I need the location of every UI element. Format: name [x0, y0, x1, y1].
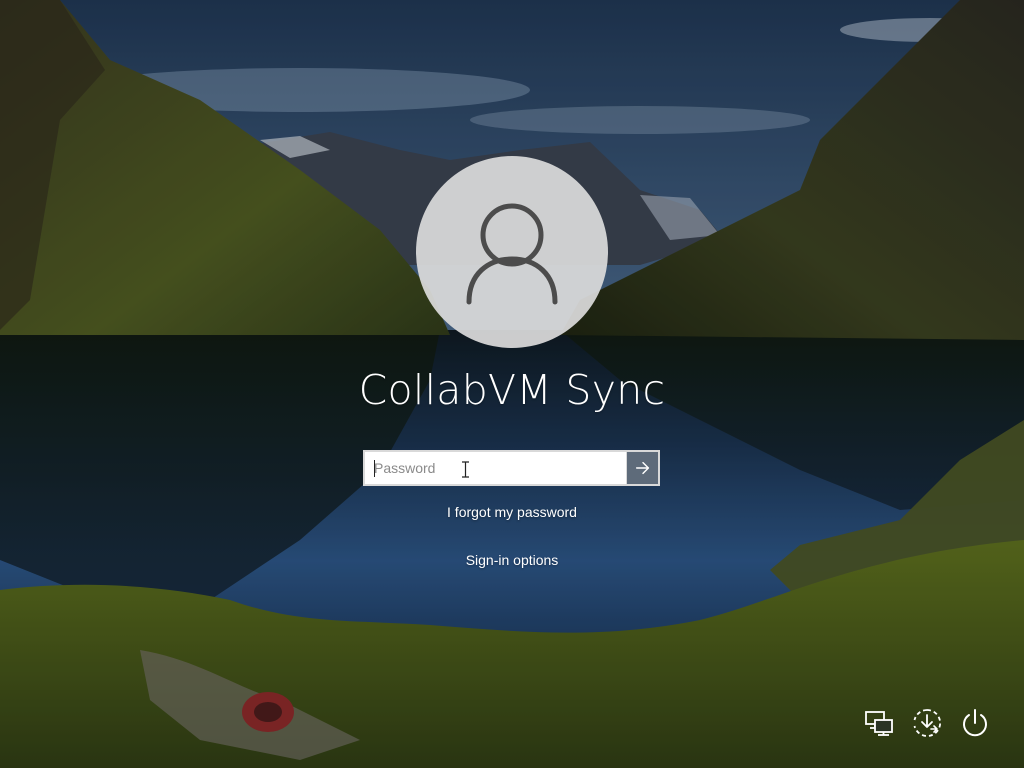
- text-caret: [374, 460, 375, 477]
- arrow-right-icon: [635, 461, 649, 475]
- ease-of-access-button[interactable]: [910, 706, 944, 740]
- user-avatar: [416, 156, 608, 348]
- network-button[interactable]: [862, 706, 896, 740]
- ibeam-cursor-icon: [462, 461, 469, 478]
- user-silhouette-icon: [466, 203, 558, 305]
- user-name: CollabVM Sync: [358, 366, 666, 414]
- ease-of-access-icon: [913, 709, 942, 737]
- power-icon: [963, 709, 987, 737]
- lock-screen: CollabVM Sync I forgot my password Sign-…: [0, 0, 1024, 768]
- power-button[interactable]: [958, 706, 992, 740]
- network-icon: [865, 711, 893, 736]
- submit-button[interactable]: [626, 452, 658, 484]
- password-input[interactable]: [365, 452, 626, 484]
- forgot-password-link[interactable]: I forgot my password: [312, 504, 712, 520]
- password-field-container: [363, 450, 660, 486]
- sign-in-options-link[interactable]: Sign-in options: [312, 552, 712, 568]
